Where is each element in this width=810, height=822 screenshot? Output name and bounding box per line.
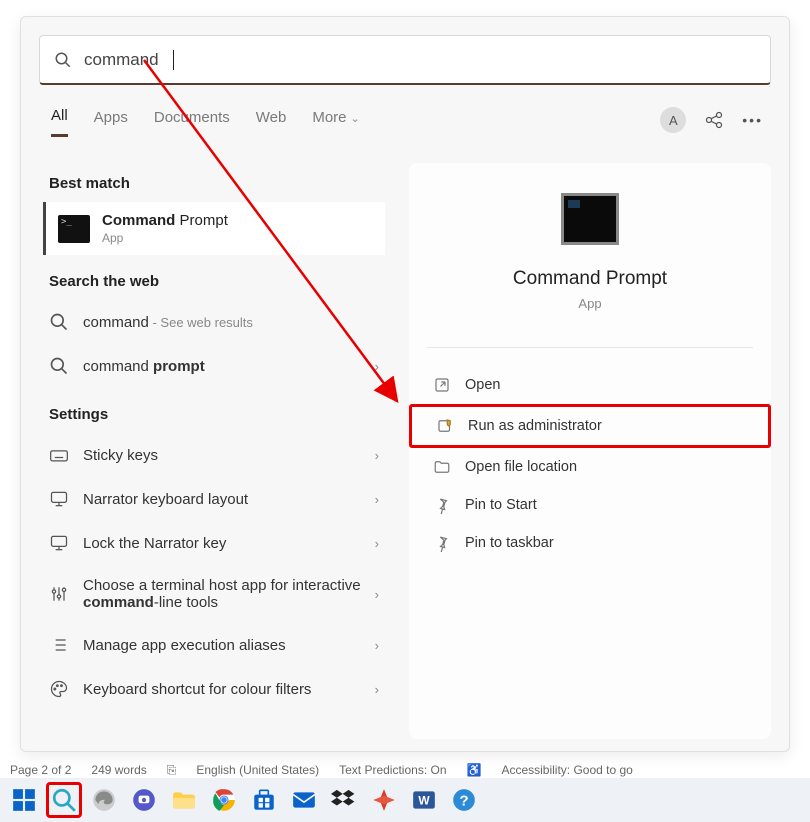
- app-thumbnail: [561, 193, 619, 245]
- search-icon: [49, 312, 69, 332]
- search-icon: [54, 51, 72, 69]
- chevron-down-icon: ⌄: [351, 113, 360, 125]
- taskbar-help[interactable]: ?: [446, 782, 482, 818]
- keyboard-icon: [49, 445, 69, 465]
- command-prompt-icon: [58, 215, 90, 243]
- action-open-file-location[interactable]: Open file location: [409, 448, 771, 486]
- word-count: 249 words: [91, 763, 146, 777]
- web-result-command[interactable]: command - See web results: [39, 300, 389, 344]
- chevron-right-icon: ›: [375, 492, 379, 507]
- start-button[interactable]: [6, 782, 42, 818]
- chevron-right-icon: ›: [375, 587, 379, 602]
- tab-apps[interactable]: Apps: [94, 109, 128, 136]
- preview-title: Command Prompt: [409, 268, 771, 290]
- best-match-subtitle: App: [102, 231, 228, 245]
- page-status: Page 2 of 2: [10, 763, 71, 777]
- monitor-icon: [49, 489, 69, 509]
- setting-terminal-host[interactable]: Choose a terminal host app for interacti…: [39, 565, 389, 623]
- chevron-right-icon: ›: [375, 448, 379, 463]
- taskbar-explorer[interactable]: [166, 782, 202, 818]
- more-options-icon[interactable]: •••: [742, 112, 763, 128]
- taskbar-word[interactable]: W: [406, 782, 442, 818]
- chevron-right-icon: ›: [375, 536, 379, 551]
- list-icon: [49, 635, 69, 655]
- tab-more[interactable]: More⌄: [312, 109, 359, 136]
- text-cursor: [173, 50, 174, 70]
- tab-all[interactable]: All: [51, 107, 68, 137]
- taskbar-store[interactable]: [246, 782, 282, 818]
- setting-execution-aliases[interactable]: Manage app execution aliases ›: [39, 623, 389, 667]
- best-match-title: Command Prompt: [102, 212, 228, 229]
- taskbar-mail[interactable]: [286, 782, 322, 818]
- action-pin-to-taskbar[interactable]: Pin to taskbar: [409, 524, 771, 562]
- accessibility-status: Accessibility: Good to go: [501, 763, 632, 777]
- web-result-command-prompt[interactable]: command prompt ›: [39, 344, 389, 388]
- search-panel: command All Apps Documents Web More⌄ A •…: [20, 16, 790, 752]
- action-open[interactable]: Open: [409, 366, 771, 404]
- sliders-icon: [49, 584, 69, 604]
- setting-sticky-keys[interactable]: Sticky keys ›: [39, 433, 389, 477]
- top-controls: A •••: [660, 107, 763, 133]
- action-run-as-administrator[interactable]: Run as administrator: [409, 404, 771, 448]
- svg-text:?: ?: [459, 792, 468, 809]
- accessibility-icon: ♿: [467, 763, 482, 777]
- shield-icon: [436, 417, 454, 435]
- preview-subtitle: App: [409, 296, 771, 311]
- taskbar-chrome[interactable]: [206, 782, 242, 818]
- action-pin-to-start[interactable]: Pin to Start: [409, 486, 771, 524]
- setting-narrator-layout[interactable]: Narrator keyboard layout ›: [39, 477, 389, 521]
- user-avatar[interactable]: A: [660, 107, 686, 133]
- divider: [427, 347, 753, 348]
- open-icon: [433, 376, 451, 394]
- taskbar-edge[interactable]: [86, 782, 122, 818]
- taskbar-dropbox[interactable]: [326, 782, 362, 818]
- word-status-bar: Page 2 of 2 249 words ⎘ English (United …: [0, 760, 810, 780]
- folder-icon: [433, 458, 451, 476]
- best-match-item[interactable]: Command Prompt App: [43, 202, 385, 255]
- search-icon: [49, 356, 69, 376]
- taskbar-search[interactable]: [46, 782, 82, 818]
- language-status: English (United States): [196, 763, 319, 777]
- taskbar: W ?: [0, 778, 810, 822]
- chevron-right-icon: ›: [375, 638, 379, 653]
- palette-icon: [49, 679, 69, 699]
- monitor-icon: [49, 533, 69, 553]
- tab-documents[interactable]: Documents: [154, 109, 230, 136]
- pin-icon: [433, 496, 451, 514]
- spellcheck-icon: ⎘: [167, 763, 177, 778]
- svg-text:W: W: [418, 793, 430, 807]
- tab-web[interactable]: Web: [256, 109, 287, 136]
- share-icon[interactable]: [704, 110, 724, 130]
- results-list: Best match Command Prompt App Search the…: [39, 157, 389, 739]
- filter-tabs: All Apps Documents Web More⌄: [51, 107, 360, 137]
- chevron-right-icon: ›: [375, 682, 379, 697]
- section-best-match: Best match: [49, 175, 379, 192]
- taskbar-chat[interactable]: [126, 782, 162, 818]
- search-input-bar[interactable]: command: [39, 35, 771, 85]
- section-search-web: Search the web: [49, 273, 379, 290]
- taskbar-app-red[interactable]: [366, 782, 402, 818]
- search-query-text: command: [84, 50, 159, 70]
- preview-pane: Command Prompt App Open Run as administr…: [409, 163, 771, 739]
- setting-colour-filters[interactable]: Keyboard shortcut for colour filters ›: [39, 667, 389, 711]
- section-settings: Settings: [49, 406, 379, 423]
- setting-lock-narrator[interactable]: Lock the Narrator key ›: [39, 521, 389, 565]
- chevron-right-icon: ›: [375, 359, 379, 374]
- predictions-status: Text Predictions: On: [339, 763, 446, 777]
- pin-icon: [433, 534, 451, 552]
